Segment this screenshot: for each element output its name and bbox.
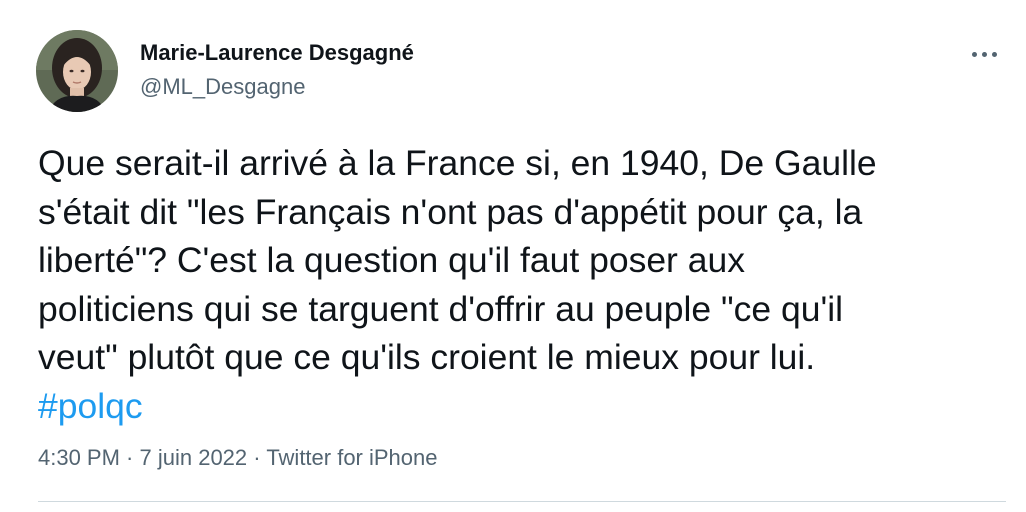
- author-name[interactable]: Marie-Laurence Desgagné: [140, 40, 414, 66]
- meta-separator: ·: [119, 445, 140, 470]
- tweet-text-line: s'était dit "les Français n'ont pas d'ap…: [38, 191, 863, 232]
- tweet-text-line: Que serait-il arrivé à la France si, en …: [38, 143, 877, 183]
- avatar-image: [36, 30, 118, 112]
- tweet-metadata: 4:30 PM · 7 juin 2022 · Twitter for iPho…: [38, 445, 438, 471]
- tweet-text-line: veut" plutôt que ce qu'ils croient le mi…: [38, 337, 816, 377]
- tweet-text-line: politiciens qui se targuent d'offrir au …: [38, 288, 844, 329]
- avatar[interactable]: [36, 30, 118, 112]
- more-horizontal-icon: [971, 51, 997, 57]
- tweet-card: Marie-Laurence Desgagné @ML_Desgagne Que…: [0, 0, 1026, 512]
- tweet-source[interactable]: Twitter for iPhone: [266, 445, 437, 470]
- tweet-time[interactable]: 4:30 PM: [38, 445, 120, 470]
- tweet-text-line: liberté"? C'est la question qu'il faut p…: [38, 240, 745, 280]
- tweet-text: Que serait-il arrivé à la France si, en …: [38, 139, 998, 430]
- hashtag-link[interactable]: #polqc: [38, 386, 143, 426]
- more-options-button[interactable]: [960, 40, 1008, 68]
- meta-separator: ·: [247, 445, 267, 470]
- divider: [38, 501, 1006, 502]
- author-handle[interactable]: @ML_Desgagne: [140, 74, 305, 100]
- tweet-date[interactable]: 7 juin 2022: [140, 445, 248, 470]
